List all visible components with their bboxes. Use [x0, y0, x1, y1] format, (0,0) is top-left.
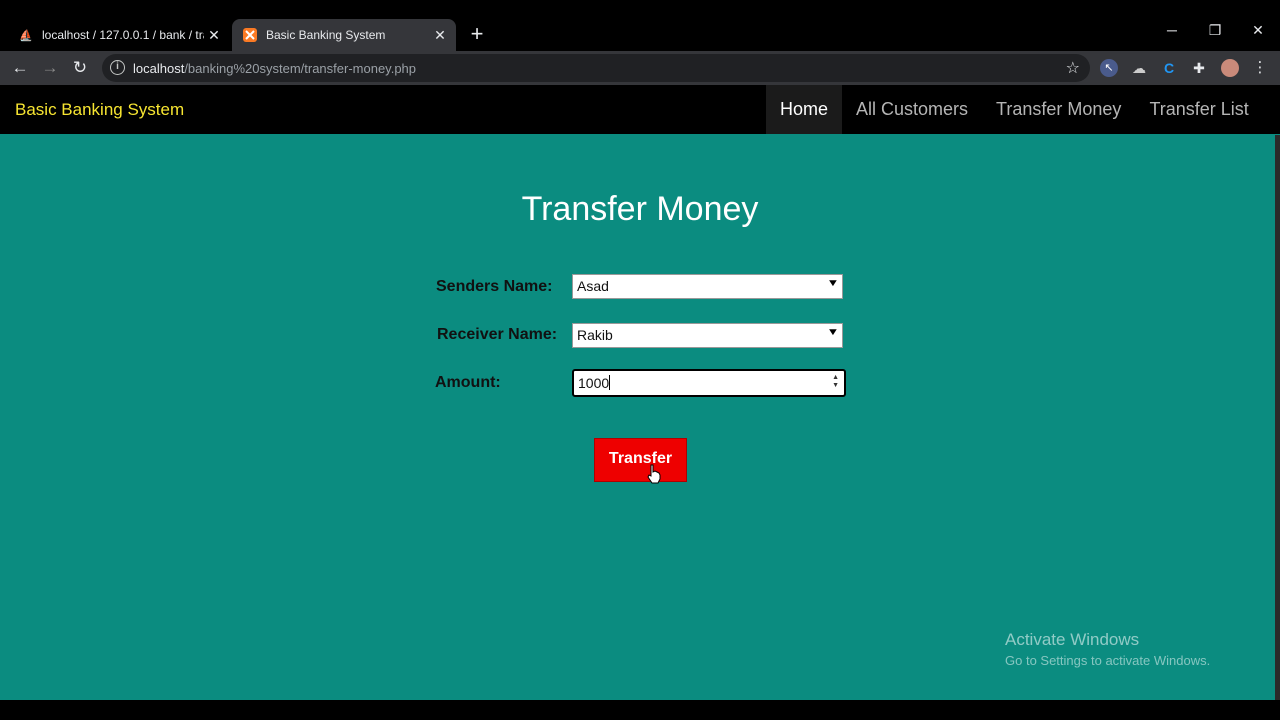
site-info-icon[interactable]: i — [110, 60, 125, 75]
nav-home[interactable]: Home — [766, 85, 843, 134]
extensions-puzzle-icon[interactable]: ✚ — [1190, 59, 1208, 77]
transfer-button[interactable]: Transfer — [594, 438, 687, 482]
sender-value: Asad — [577, 278, 609, 294]
tab-phpmyadmin[interactable]: ⛵ localhost / 127.0.0.1 / bank / tran ✕ — [8, 19, 230, 51]
page-content: Basic Banking System Home All Customers … — [0, 85, 1280, 700]
brand-title[interactable]: Basic Banking System — [15, 100, 184, 120]
browser-toolbar: ← → ↻ i localhost/banking%20system/trans… — [0, 51, 1280, 85]
new-tab-button[interactable]: + — [466, 23, 488, 46]
close-icon[interactable]: ✕ — [204, 27, 224, 44]
windows-activation-subtitle: Go to Settings to activate Windows. — [1005, 653, 1211, 668]
amount-value: 1000 — [578, 375, 610, 391]
amount-input[interactable]: 1000 ▲ ▼ — [572, 369, 846, 397]
phpmyadmin-icon: ⛵ — [19, 29, 33, 42]
extension-c-icon[interactable]: C — [1160, 59, 1178, 77]
address-bar[interactable]: i localhost/banking%20system/transfer-mo… — [102, 54, 1090, 82]
chevron-down-icon: ▼ — [826, 327, 840, 338]
bottom-edge — [0, 700, 1280, 720]
back-icon[interactable]: ← — [9, 57, 31, 79]
nav-links: Home All Customers Transfer Money Transf… — [766, 85, 1263, 134]
page-title: Transfer Money — [521, 190, 759, 228]
xampp-icon — [242, 27, 258, 43]
receiver-label: Receiver Name: — [437, 326, 558, 343]
extension-cloud-icon[interactable]: ☁ — [1130, 59, 1148, 77]
scrollbar[interactable] — [1275, 135, 1280, 700]
profile-avatar[interactable] — [1221, 59, 1239, 77]
reload-icon[interactable]: ↻ — [69, 57, 91, 79]
close-icon[interactable]: ✕ — [430, 27, 450, 44]
minimize-icon[interactable]: ─ — [1160, 22, 1184, 38]
tab-basic-banking[interactable]: Basic Banking System ✕ — [232, 19, 456, 51]
chevron-down-icon: ▼ — [826, 278, 840, 289]
bookmark-star-icon[interactable]: ☆ — [1066, 58, 1080, 78]
tab-title: Basic Banking System — [266, 28, 386, 42]
nav-transfer-money[interactable]: Transfer Money — [982, 85, 1135, 134]
site-navbar: Basic Banking System Home All Customers … — [0, 85, 1280, 134]
nav-all-customers[interactable]: All Customers — [842, 85, 982, 134]
close-window-icon[interactable]: ✕ — [1246, 22, 1270, 39]
receiver-select[interactable]: Rakib ▼ — [572, 323, 843, 348]
sender-select[interactable]: Asad ▼ — [572, 274, 843, 299]
url-text: localhost/banking%20system/transfer-mone… — [133, 61, 417, 76]
hand-cursor-icon — [646, 464, 662, 489]
extension-cursor-icon[interactable]: ↖ — [1100, 59, 1118, 77]
receiver-value: Rakib — [577, 327, 613, 343]
nav-transfer-list[interactable]: Transfer List — [1135, 85, 1262, 134]
windows-activation-title: Activate Windows — [1005, 630, 1140, 649]
forward-icon[interactable]: → — [39, 57, 61, 79]
tab-title: localhost / 127.0.0.1 / bank / tran — [42, 28, 204, 42]
amount-label: Amount: — [435, 374, 501, 391]
restore-icon[interactable]: ❐ — [1203, 22, 1227, 39]
text-caret — [609, 375, 611, 390]
browser-tab-bar: ⛵ localhost / 127.0.0.1 / bank / tran ✕ … — [0, 0, 1280, 51]
menu-dots-icon[interactable]: ⋮ — [1251, 59, 1269, 77]
sender-label: Senders Name: — [436, 278, 553, 295]
spinner-icon[interactable]: ▲ ▼ — [832, 374, 839, 390]
